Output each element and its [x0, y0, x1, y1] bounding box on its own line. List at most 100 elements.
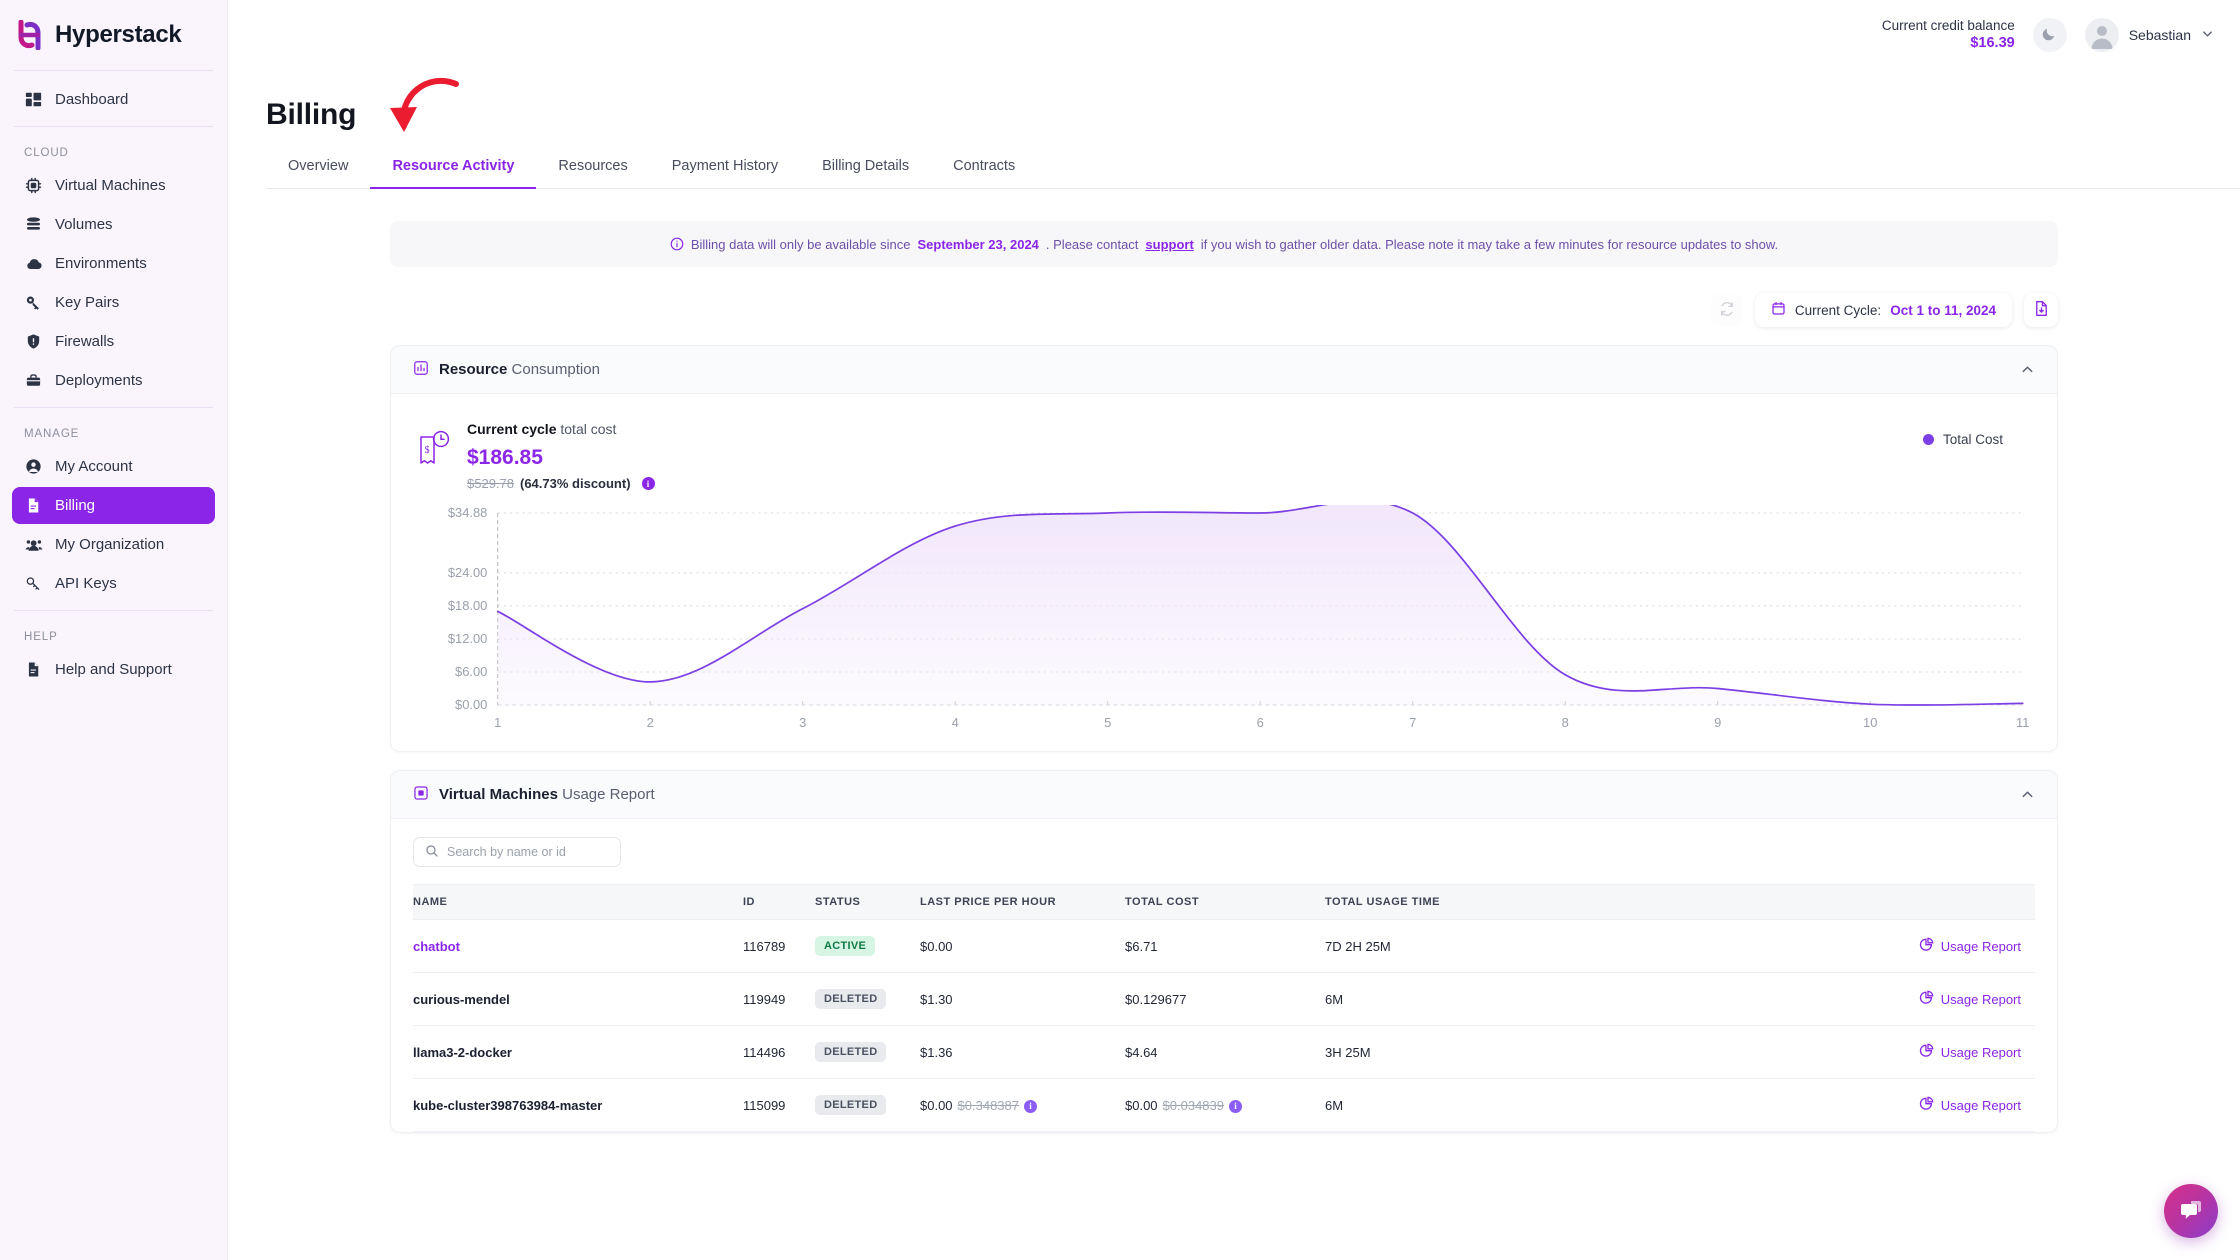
chevron-up-icon[interactable]: [2020, 362, 2035, 377]
cost-area-chart: $0.00 $6.00 $12.00 $18.00 $24.00 $34.88 1 2 3 4 5 6…: [448, 505, 2029, 730]
cycle-value: Oct 1 to 11, 2024: [1890, 302, 1996, 318]
cell-last-price-value: $1.36: [920, 1044, 953, 1060]
sidebar-item-my-account[interactable]: My Account: [12, 448, 215, 485]
tab-billing-details[interactable]: Billing Details: [800, 158, 931, 189]
svg-text:8: 8: [1562, 715, 1569, 730]
cell-last-price-original: $0.348387: [957, 1097, 1019, 1113]
tab-resource-activity[interactable]: Resource Activity: [370, 158, 537, 189]
calendar-icon: [1771, 301, 1786, 319]
billing-data-notice-banner: Billing data will only be available sinc…: [390, 221, 2058, 267]
usage-report-label: Usage Report: [1940, 991, 2021, 1007]
cell-total-cost: $6.71: [1125, 919, 1325, 974]
download-button[interactable]: [2024, 293, 2058, 327]
chat-widget-button[interactable]: [2164, 1184, 2218, 1238]
sidebar-item-billing[interactable]: Billing: [12, 487, 215, 524]
cell-actions: Usage Report: [1525, 919, 2035, 974]
sidebar-item-volumes[interactable]: Volumes: [12, 206, 215, 243]
sidebar-item-firewalls[interactable]: Firewalls: [12, 323, 215, 360]
cell-name: chatbot: [413, 919, 743, 974]
cell-name: llama3-2-docker: [413, 1025, 743, 1080]
tab-overview[interactable]: Overview: [266, 158, 370, 189]
usage-report-label: Usage Report: [1940, 1097, 2021, 1113]
svg-text:11: 11: [2016, 715, 2029, 730]
cpu-icon: [24, 176, 43, 195]
vm-title-rest: Usage Report: [557, 786, 655, 804]
cycle-selector[interactable]: Current Cycle: Oct 1 to 11, 2024: [1754, 293, 2012, 327]
cell-last-price: $1.36: [920, 1025, 1125, 1080]
cell-status: DELETED: [815, 972, 920, 1027]
cost-total-value: $186.85: [467, 445, 543, 469]
usage-report-link[interactable]: Usage Report: [1525, 937, 2035, 955]
key-icon: [24, 293, 43, 312]
brand-logo-area[interactable]: Hyperstack: [0, 0, 227, 70]
support-link[interactable]: support: [1145, 237, 1193, 252]
legend-label: Total Cost: [1942, 432, 2003, 447]
tab-resources[interactable]: Resources: [536, 158, 649, 189]
usage-report-link[interactable]: Usage Report: [1525, 1043, 2035, 1061]
sidebar-item-dashboard[interactable]: Dashboard: [12, 81, 215, 118]
status-badge: DELETED: [815, 1095, 887, 1116]
search-box[interactable]: [413, 837, 621, 868]
cell-last-price-value: $1.30: [920, 991, 953, 1007]
svg-text:$18.00: $18.00: [448, 598, 488, 613]
vm-name-link[interactable]: chatbot: [413, 939, 460, 954]
cost-label: Current cycle total cost: [467, 420, 655, 440]
usage-report-link[interactable]: Usage Report: [1525, 1096, 2035, 1114]
cell-status: DELETED: [815, 1025, 920, 1080]
shield-icon: [24, 332, 43, 351]
table-row: kube-cluster398763984-master 115099 DELETE…: [413, 1078, 2035, 1133]
svg-text:7: 7: [1409, 715, 1416, 730]
banner-text-3: if you wish to gather older data. Please…: [1200, 236, 1779, 252]
cell-last-price-value: $0.00: [920, 1097, 953, 1113]
sidebar-item-my-organization[interactable]: My Organization: [12, 526, 215, 563]
info-icon[interactable]: i: [1024, 1099, 1037, 1113]
status-badge: DELETED: [815, 989, 887, 1010]
vm-table-head: NAME ID STATUS LAST PRICE PER HOUR TOTAL…: [413, 884, 2035, 921]
sidebar-item-environments[interactable]: Environments: [12, 245, 215, 282]
cell-id: 114496: [743, 1025, 815, 1080]
info-circle-icon: [670, 237, 684, 251]
sidebar-item-key-pairs[interactable]: Key Pairs: [12, 284, 215, 321]
avatar: [2084, 18, 2119, 52]
user-menu[interactable]: Sebastian: [2084, 18, 2214, 52]
cell-last-price-value: $0.00: [920, 938, 953, 954]
sidebar-item-label: Help and Support: [55, 661, 172, 678]
cell-total-cost-value: $6.71: [1125, 938, 1158, 954]
sidebar-item-deployments[interactable]: Deployments: [12, 362, 215, 399]
sidebar-heading-cloud: CLOUD: [24, 147, 69, 159]
sidebar-item-api-keys[interactable]: API Keys: [12, 565, 215, 602]
info-icon[interactable]: i: [1229, 1099, 1242, 1113]
svg-text:2: 2: [647, 715, 654, 730]
cost-original-value: $529.78: [467, 475, 514, 491]
sidebar-item-help-and-support[interactable]: Help and Support: [12, 651, 215, 688]
chevron-down-icon[interactable]: [2201, 27, 2214, 43]
cell-total-cost: $0.129677: [1125, 972, 1325, 1027]
refresh-button[interactable]: [1710, 294, 1743, 326]
info-icon[interactable]: i: [641, 477, 655, 491]
usage-report-label: Usage Report: [1940, 938, 2021, 954]
usage-report-link[interactable]: Usage Report: [1525, 990, 2035, 1008]
cell-last-price: $0.00: [920, 919, 1125, 974]
help-doc-icon: [24, 660, 43, 679]
theme-toggle-button[interactable]: [2032, 18, 2067, 52]
tab-contracts[interactable]: Contracts: [931, 158, 1037, 189]
sidebar-group-help: HELP Help and Support: [0, 611, 227, 696]
column-header-id: ID: [743, 884, 815, 921]
status-badge: DELETED: [815, 1042, 887, 1063]
search-input[interactable]: [447, 845, 609, 860]
cell-total-cost-value: $4.64: [1125, 1044, 1158, 1060]
cell-id: 119949: [743, 972, 815, 1027]
sidebar-item-label: My Account: [55, 458, 133, 475]
banner-text-1: Billing data will only be available sinc…: [690, 236, 911, 252]
tab-payment-history[interactable]: Payment History: [650, 158, 800, 189]
cell-usage-time: 3H 25M: [1325, 1025, 1525, 1080]
sidebar-group-cloud: CLOUD Virtual Machines Volumes Environme…: [0, 127, 227, 407]
cell-status: DELETED: [815, 1078, 920, 1133]
sidebar-item-virtual-machines[interactable]: Virtual Machines: [12, 167, 215, 204]
usage-report-icon: [1919, 990, 1934, 1008]
sidebar: Hyperstack Dashboard CLOUD Virtual Machi…: [0, 0, 228, 1260]
page-header: Billing: [228, 70, 2240, 132]
svg-text:1: 1: [494, 715, 501, 730]
chevron-up-icon[interactable]: [2020, 787, 2035, 802]
user-circle-icon: [24, 457, 43, 476]
